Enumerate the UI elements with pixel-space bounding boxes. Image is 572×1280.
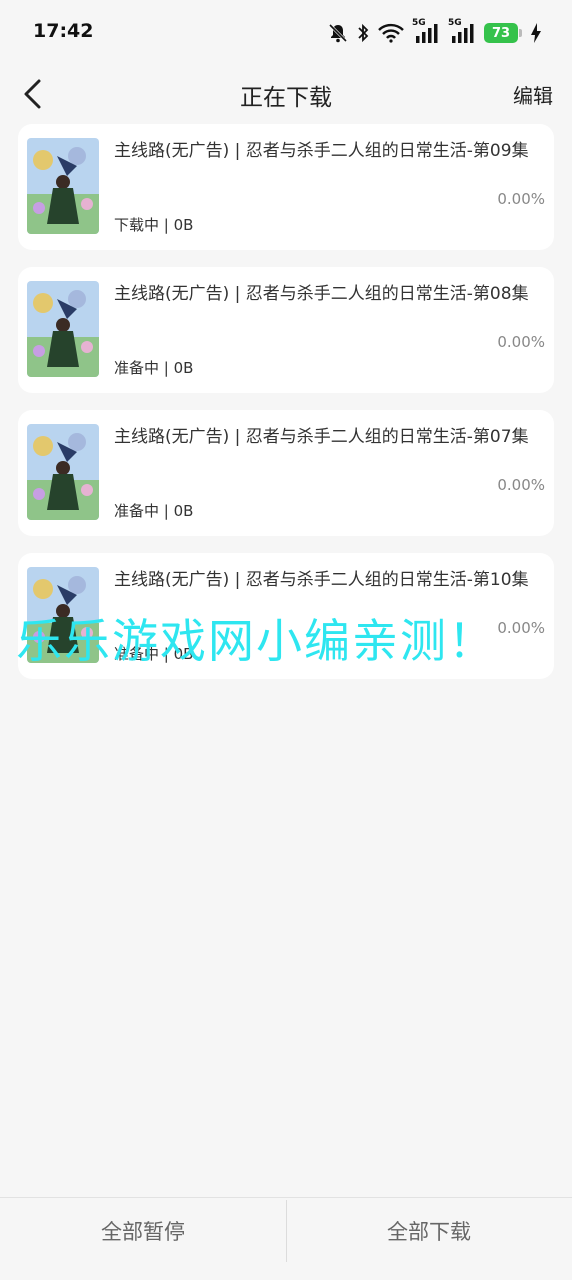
bottom-action-bar: 全部暂停 全部下载 bbox=[0, 1197, 572, 1280]
status-time: 17:42 bbox=[33, 20, 94, 42]
download-percent: 0.00% bbox=[497, 619, 545, 637]
download-title: 主线路(无广告) | 忍者与杀手二人组的日常生活-第08集 bbox=[114, 284, 529, 304]
episode-thumbnail bbox=[27, 138, 99, 234]
download-percent: 0.00% bbox=[497, 476, 545, 494]
nav-bar: 正在下载 编辑 bbox=[0, 64, 572, 124]
download-title: 主线路(无广告) | 忍者与杀手二人组的日常生活-第10集 bbox=[114, 570, 529, 590]
download-status: 下载中 | 0B bbox=[114, 216, 194, 234]
download-item[interactable]: 主线路(无广告) | 忍者与杀手二人组的日常生活-第07集 0.00% 准备中 … bbox=[18, 410, 554, 536]
charging-icon bbox=[530, 22, 542, 44]
mute-bell-icon bbox=[328, 23, 348, 43]
download-percent: 0.00% bbox=[497, 333, 545, 351]
episode-thumbnail bbox=[27, 281, 99, 377]
signal-icon: 5G bbox=[412, 18, 440, 44]
episode-thumbnail bbox=[27, 567, 99, 663]
download-all-button[interactable]: 全部下载 bbox=[286, 1198, 572, 1266]
episode-thumbnail bbox=[27, 424, 99, 520]
battery-icon: 73 bbox=[484, 23, 522, 43]
edit-button[interactable]: 编辑 bbox=[513, 80, 553, 109]
bluetooth-icon bbox=[356, 23, 370, 43]
status-bar: 17:42 5G 5G 73 bbox=[0, 0, 572, 64]
download-percent: 0.00% bbox=[497, 190, 545, 208]
download-status: 准备中 | 0B bbox=[114, 502, 194, 520]
download-status: 准备中 | 0B bbox=[114, 359, 194, 377]
download-title: 主线路(无广告) | 忍者与杀手二人组的日常生活-第07集 bbox=[114, 427, 529, 447]
status-icons: 5G 5G 73 bbox=[328, 18, 542, 46]
download-title: 主线路(无广告) | 忍者与杀手二人组的日常生活-第09集 bbox=[114, 141, 529, 161]
download-status: 准备中 | 0B bbox=[114, 645, 194, 663]
download-item[interactable]: 主线路(无广告) | 忍者与杀手二人组的日常生活-第08集 0.00% 准备中 … bbox=[18, 267, 554, 393]
pause-all-button[interactable]: 全部暂停 bbox=[0, 1198, 286, 1266]
download-item[interactable]: 主线路(无广告) | 忍者与杀手二人组的日常生活-第10集 0.00% 准备中 … bbox=[18, 553, 554, 679]
download-item[interactable]: 主线路(无广告) | 忍者与杀手二人组的日常生活-第09集 0.00% 下载中 … bbox=[18, 124, 554, 250]
signal-icon: 5G bbox=[448, 18, 476, 44]
wifi-icon bbox=[378, 23, 404, 43]
page-title: 正在下载 bbox=[240, 85, 332, 111]
